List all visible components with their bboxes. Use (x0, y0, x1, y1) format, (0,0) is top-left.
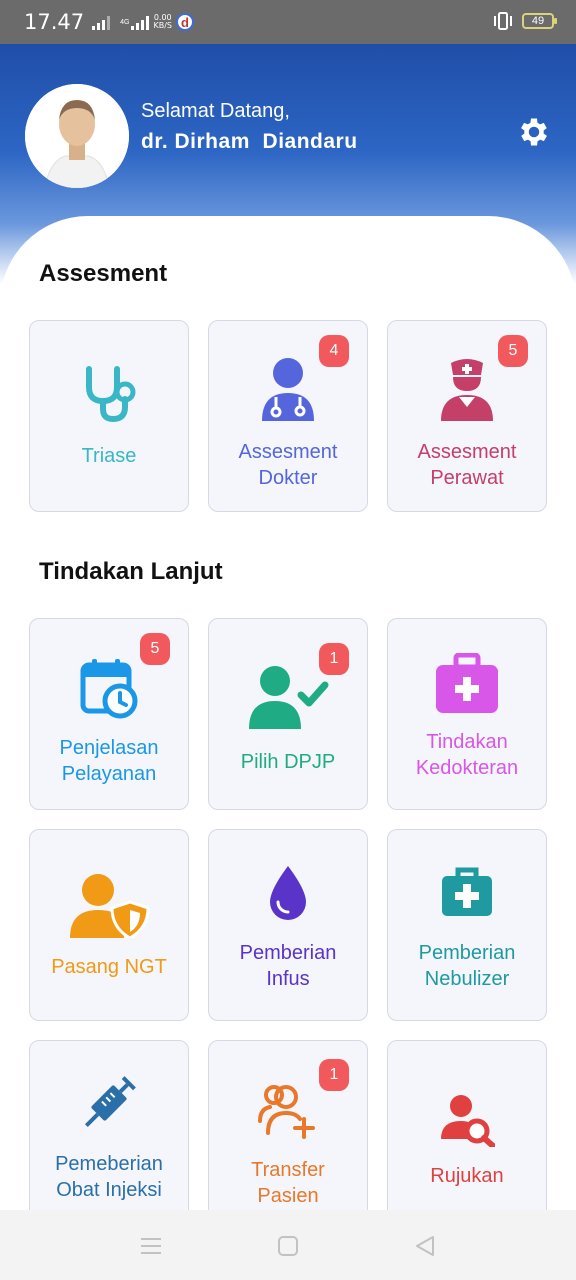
syringe-icon (84, 1076, 136, 1128)
count-badge: 5 (498, 335, 528, 367)
card-label: Assesment Dokter (238, 441, 338, 489)
user-portrait-icon (25, 84, 129, 188)
card-label: Pilih DPJP (240, 751, 336, 773)
card-pilih-dpjp[interactable]: Pilih DPJP 1 (208, 618, 368, 810)
count-badge: 1 (319, 1059, 349, 1091)
app-notification-icon: d (175, 13, 194, 31)
nurse-icon (441, 359, 493, 421)
card-pemberian-nebulizer[interactable]: Pemberian Nebulizer (387, 829, 547, 1021)
count-badge: 5 (140, 633, 170, 665)
network-speed: 0.00 KB/S (153, 13, 172, 30)
signal-icon (92, 14, 111, 30)
card-label: Rujukan (430, 1165, 504, 1187)
card-pemberian-infus[interactable]: Pemberian Infus (208, 829, 368, 1021)
home-icon[interactable] (276, 1234, 300, 1258)
status-bar: 17.47 4G 0.00 KB/S d 49 (0, 0, 576, 44)
card-triase[interactable]: Triase (29, 320, 189, 512)
card-transfer-pasien[interactable]: Transfer Pasien 1 (208, 1040, 368, 1232)
card-pasang-ngt[interactable]: Pasang NGT (29, 829, 189, 1021)
count-badge: 4 (319, 335, 349, 367)
signal-icon-2 (131, 14, 150, 30)
user-shield-icon (70, 874, 150, 938)
greeting-text: Selamat Datang, (141, 100, 290, 122)
card-label: Pemberian Infus (239, 942, 337, 990)
avatar[interactable] (25, 84, 129, 188)
card-assesment-perawat[interactable]: Assesment Perawat 5 (387, 320, 547, 512)
menu-icon[interactable] (139, 1234, 163, 1258)
medical-kit-icon (436, 653, 498, 713)
card-label: Tindakan Kedokteran (415, 731, 519, 779)
section-title-assesment: Assesment (39, 260, 168, 287)
card-rujukan[interactable]: Rujukan (387, 1040, 547, 1232)
medical-bag-icon (442, 867, 492, 916)
card-penjelasan-pelayanan[interactable]: Penjelasan Pelayanan 5 (29, 618, 189, 810)
battery-icon: 49 (522, 13, 557, 29)
doctor-icon (262, 358, 314, 421)
card-assesment-dokter[interactable]: Assesment Dokter 4 (208, 320, 368, 512)
status-time: 17.47 (24, 10, 85, 34)
navigation-bar (0, 1210, 576, 1280)
user-plus-icon (258, 1085, 315, 1139)
user-search-icon (441, 1095, 495, 1147)
card-label: Assesment Perawat (417, 441, 517, 489)
stethoscope-icon (86, 366, 136, 423)
user-name: dr. Dirham Diandaru (141, 130, 358, 153)
card-label: Penjelasan Pelayanan (59, 737, 159, 785)
card-label: Triase (81, 445, 137, 467)
card-label: Pemberian Nebulizer (418, 942, 516, 990)
section-title-tindakan-lanjut: Tindakan Lanjut (39, 558, 223, 585)
card-label: Pemeberian Obat Injeksi (55, 1153, 163, 1201)
card-pemeberian-obat-injeksi[interactable]: Pemeberian Obat Injeksi (29, 1040, 189, 1232)
card-tindakan-kedokteran[interactable]: Tindakan Kedokteran (387, 618, 547, 810)
drop-icon (270, 866, 306, 920)
card-label: Pasang NGT (51, 956, 167, 978)
vibrate-icon (494, 12, 512, 30)
calendar-clock-icon (80, 659, 138, 719)
count-badge: 1 (319, 643, 349, 675)
network-tag: 4G (120, 18, 130, 26)
back-icon[interactable] (413, 1234, 437, 1258)
gear-icon[interactable] (516, 114, 552, 150)
card-label: Transfer Pasien (251, 1159, 325, 1207)
user-check-icon (249, 666, 329, 729)
